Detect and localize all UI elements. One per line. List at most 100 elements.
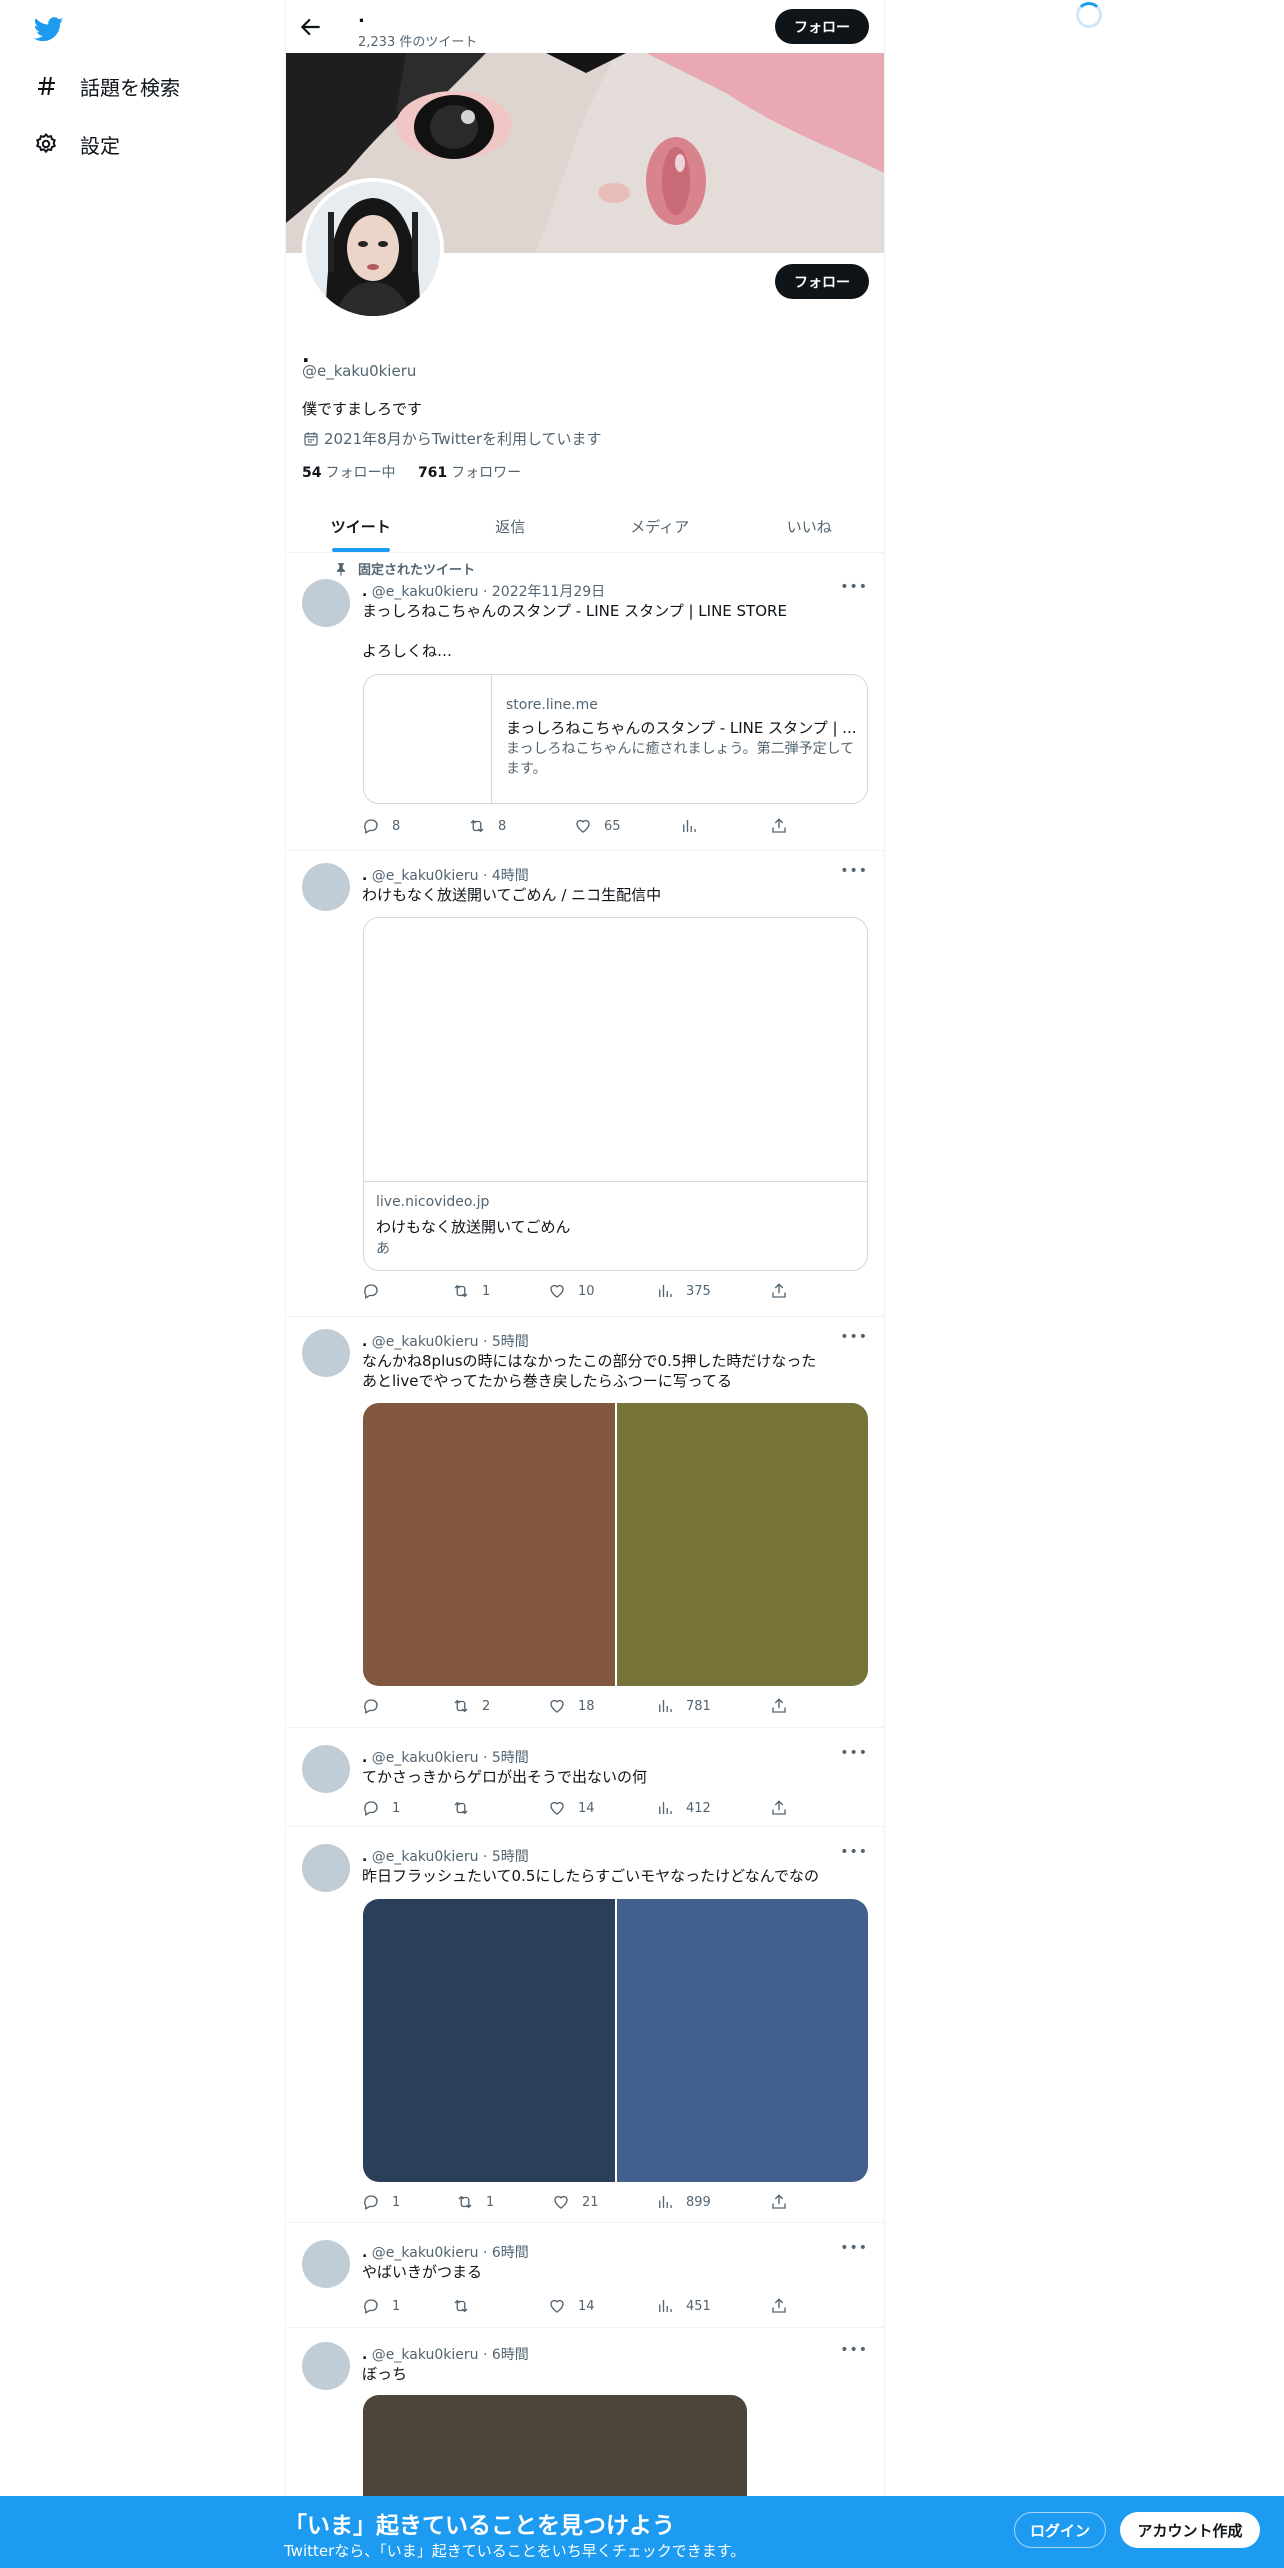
tweet-handle[interactable]: @e_kaku0kieru: [372, 584, 479, 600]
tweet-item[interactable]: . @e_kaku0kieru · 4時間 ••• わけもなく放送開いてごめん …: [286, 851, 884, 1317]
nav-settings[interactable]: 設定: [34, 124, 120, 164]
tweet-photo[interactable]: [616, 1403, 868, 1686]
nav-explore[interactable]: 話題を検索: [34, 66, 180, 106]
reply-button[interactable]: 1: [362, 2297, 400, 2315]
tweet-author-name[interactable]: .: [362, 1334, 367, 1350]
like-button[interactable]: 18: [548, 1697, 595, 1715]
tweet-item[interactable]: . @e_kaku0kieru · 5時間 ••• なんかね8plusの時にはな…: [286, 1317, 884, 1728]
more-icon[interactable]: •••: [840, 1844, 868, 1860]
tab-tweets[interactable]: ツイート: [286, 500, 436, 552]
retweet-button[interactable]: 1: [452, 1282, 490, 1300]
tweet-handle[interactable]: @e_kaku0kieru: [372, 2245, 479, 2261]
link-card[interactable]: live.nicovideo.jp わけもなく放送開いてごめん あ: [363, 917, 868, 1271]
tweet-author-name[interactable]: .: [362, 2347, 367, 2363]
tweet-handle[interactable]: @e_kaku0kieru: [372, 2347, 479, 2363]
share-button[interactable]: [770, 1282, 800, 1300]
tweet-avatar[interactable]: [302, 1745, 350, 1793]
tweet-item[interactable]: . @e_kaku0kieru · 6時間 ••• やばいきがつまる 1 14 …: [286, 2223, 884, 2328]
tweet-time[interactable]: 6時間: [492, 2245, 529, 2261]
reply-button[interactable]: [362, 1697, 392, 1715]
following-link[interactable]: 54 フォロー中: [302, 465, 395, 481]
retweet-button[interactable]: 8: [468, 817, 506, 835]
tweet-handle[interactable]: @e_kaku0kieru: [372, 868, 479, 884]
twitter-logo-icon[interactable]: [32, 14, 66, 44]
views-button[interactable]: [680, 817, 710, 835]
tweet-avatar[interactable]: [302, 2240, 350, 2288]
link-card[interactable]: store.line.me まっしろねこちゃんのスタンプ - LINE スタンプ…: [363, 674, 868, 804]
tab-replies[interactable]: 返信: [436, 500, 586, 552]
tweet-time[interactable]: 4時間: [492, 868, 529, 884]
followers-link[interactable]: 761 フォロワー: [418, 465, 521, 481]
share-button[interactable]: [770, 817, 800, 835]
retweet-button[interactable]: 2: [452, 1697, 490, 1715]
tweet-item[interactable]: . @e_kaku0kieru · 5時間 ••• 昨日フラッシュたいて0.5に…: [286, 1827, 884, 2223]
profile-avatar[interactable]: [302, 178, 444, 320]
tweet-meta: . @e_kaku0kieru · 2022年11月29日: [362, 584, 606, 600]
views-button[interactable]: 899: [656, 2193, 711, 2211]
share-button[interactable]: [770, 2193, 800, 2211]
reply-count: 1: [392, 1800, 401, 1816]
link-card-thumbnail: [364, 675, 492, 803]
reply-button[interactable]: 1: [362, 1799, 400, 1817]
share-button[interactable]: [770, 1697, 800, 1715]
tweet-author-name[interactable]: .: [362, 2245, 367, 2261]
more-icon[interactable]: •••: [840, 1329, 868, 1345]
reply-button[interactable]: 1: [362, 2193, 400, 2211]
tweet-photo[interactable]: [616, 1899, 868, 2182]
tweet-author-name[interactable]: .: [362, 868, 367, 884]
link-card-domain: store.line.me: [506, 697, 598, 713]
like-button[interactable]: 14: [548, 2297, 595, 2315]
tab-likes[interactable]: いいね: [735, 500, 885, 552]
like-button[interactable]: 14: [548, 1799, 595, 1817]
share-button[interactable]: [770, 1799, 800, 1817]
login-button[interactable]: ログイン: [1014, 2512, 1106, 2548]
like-button[interactable]: 10: [548, 1282, 595, 1300]
tweet-author-name[interactable]: .: [362, 1849, 367, 1865]
tweet-avatar[interactable]: [302, 1844, 350, 1892]
tweet-photo[interactable]: [363, 1403, 615, 1686]
tweet-avatar[interactable]: [302, 863, 350, 911]
reply-button[interactable]: 8: [362, 817, 400, 835]
header-follow-button[interactable]: フォロー: [775, 9, 869, 44]
more-icon[interactable]: •••: [840, 2240, 868, 2256]
retweet-button[interactable]: [452, 2297, 482, 2315]
tweet-avatar[interactable]: [302, 2342, 350, 2390]
like-button[interactable]: 65: [574, 817, 621, 835]
tweet-avatar[interactable]: [302, 579, 350, 627]
views-button[interactable]: 451: [656, 2297, 711, 2315]
views-button[interactable]: 375: [656, 1282, 711, 1300]
tweet-handle[interactable]: @e_kaku0kieru: [372, 1849, 479, 1865]
tweet-handle[interactable]: @e_kaku0kieru: [372, 1334, 479, 1350]
retweet-icon: [458, 2195, 472, 2209]
profile-follow-button[interactable]: フォロー: [775, 264, 869, 299]
more-icon[interactable]: •••: [840, 863, 868, 879]
back-arrow-icon[interactable]: [298, 14, 324, 40]
tweet-avatar[interactable]: [302, 1329, 350, 1377]
tweet-handle[interactable]: @e_kaku0kieru: [372, 1750, 479, 1766]
tweet-author-name[interactable]: .: [362, 1750, 367, 1766]
more-icon[interactable]: •••: [840, 2342, 868, 2358]
tweet-meta: . @e_kaku0kieru · 6時間: [362, 2245, 529, 2261]
tweet-time[interactable]: 2022年11月29日: [492, 584, 605, 600]
views-button[interactable]: 412: [656, 1799, 711, 1817]
retweet-button[interactable]: [452, 1799, 482, 1817]
reply-button[interactable]: [362, 1282, 392, 1300]
tweet-time[interactable]: 5時間: [492, 1849, 529, 1865]
tweet-item[interactable]: 固定されたツイート . @e_kaku0kieru · 2022年11月29日 …: [286, 553, 884, 851]
retweet-button[interactable]: 1: [456, 2193, 494, 2211]
tweet-photo[interactable]: [363, 1899, 615, 2182]
more-icon[interactable]: •••: [840, 1745, 868, 1761]
views-button[interactable]: 781: [656, 1697, 711, 1715]
share-button[interactable]: [770, 2297, 800, 2315]
tweet-time[interactable]: 5時間: [492, 1750, 529, 1766]
signup-button[interactable]: アカウント作成: [1120, 2512, 1260, 2548]
tweet-time[interactable]: 6時間: [492, 2347, 529, 2363]
more-icon[interactable]: •••: [840, 579, 868, 595]
like-button[interactable]: 21: [552, 2193, 599, 2211]
link-card-domain: live.nicovideo.jp: [376, 1194, 490, 1210]
share-icon: [772, 1698, 786, 1713]
tweet-time[interactable]: 5時間: [492, 1334, 529, 1350]
tab-media[interactable]: メディア: [585, 500, 735, 552]
tweet-author-name[interactable]: .: [362, 584, 367, 600]
tweet-item[interactable]: . @e_kaku0kieru · 5時間 ••• てかさっきからゲロが出そうで…: [286, 1728, 884, 1827]
